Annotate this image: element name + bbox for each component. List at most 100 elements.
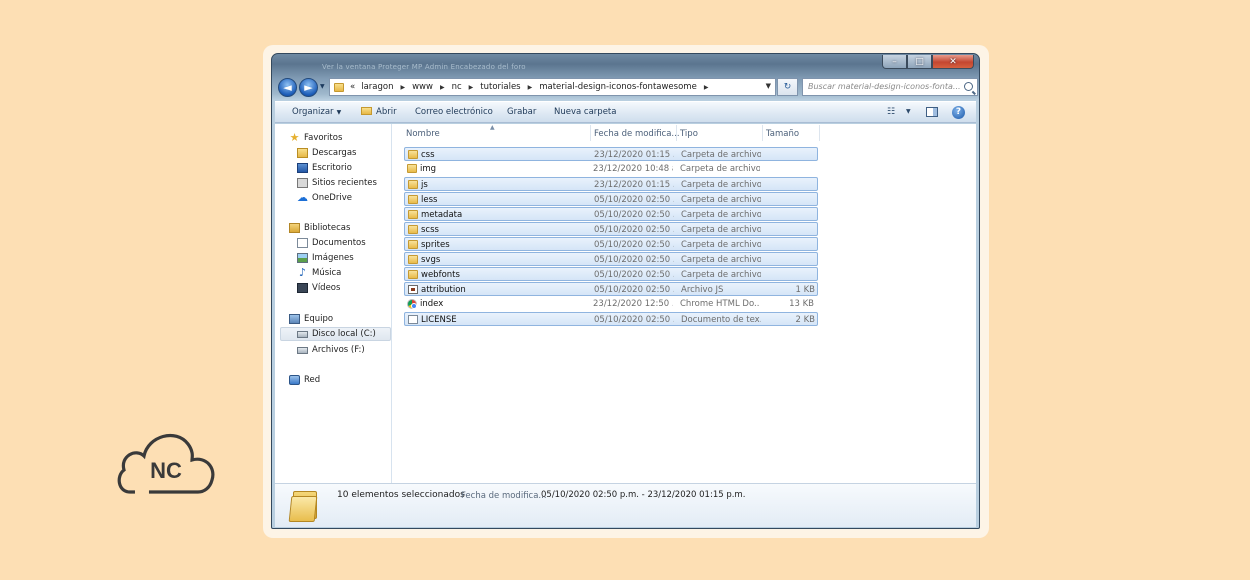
- organize-button[interactable]: Organizar ▼: [292, 107, 341, 117]
- chevron-down-icon[interactable]: ▼: [906, 108, 911, 115]
- column-divider[interactable]: [590, 125, 591, 141]
- column-header-type[interactable]: Tipo: [680, 129, 698, 139]
- file-row[interactable]: LICENSE 05/10/2020 02:50 ... Documento de …: [404, 312, 818, 326]
- maximize-button[interactable]: □: [907, 55, 932, 69]
- nav-item-disk-c[interactable]: Disco local (C:): [280, 327, 391, 341]
- nav-label: Imágenes: [312, 253, 354, 263]
- breadcrumb-www[interactable]: www: [412, 82, 433, 92]
- column-header-date[interactable]: Fecha de modifica...: [594, 129, 680, 139]
- nav-item-network[interactable]: Red: [289, 373, 320, 387]
- nav-item-downloads[interactable]: Descargas: [297, 146, 356, 160]
- nav-item-music[interactable]: ♪ Música: [297, 266, 341, 280]
- column-header-name[interactable]: Nombre: [406, 129, 440, 139]
- file-row[interactable]: sprites 05/10/2020 02:50 ... Carpeta de ar…: [404, 237, 818, 251]
- command-bar: Organizar ▼ Abrir Correo electrónico Grab…: [275, 101, 976, 123]
- folder-icon: [408, 195, 418, 204]
- file-name: LICENSE: [421, 315, 457, 325]
- minimize-button[interactable]: –: [882, 55, 907, 69]
- search-icon[interactable]: [964, 82, 973, 91]
- nav-label: Favoritos: [304, 133, 343, 143]
- open-button[interactable]: Abrir: [361, 107, 397, 117]
- file-type: Archivo JS: [681, 285, 724, 295]
- folder-icon: [408, 225, 418, 234]
- new-folder-button[interactable]: Nueva carpeta: [554, 107, 616, 117]
- column-divider[interactable]: [762, 125, 763, 141]
- large-folder-icon: [288, 488, 320, 522]
- column-divider[interactable]: [676, 125, 677, 141]
- close-button[interactable]: ✕: [932, 55, 974, 69]
- column-divider[interactable]: [819, 125, 820, 141]
- file-size: 1 KB: [795, 285, 815, 295]
- folder-icon: [408, 180, 418, 189]
- breadcrumb-laragon[interactable]: laragon: [361, 82, 393, 92]
- breadcrumb-current-folder[interactable]: material-design-iconos-fontawesome: [539, 82, 697, 92]
- burn-button[interactable]: Grabar: [507, 107, 536, 117]
- nav-item-desktop[interactable]: Escritorio: [297, 161, 352, 175]
- folder-icon: [334, 82, 344, 92]
- file-row[interactable]: js 23/12/2020 01:15 ... Carpeta de archivo…: [404, 177, 818, 191]
- navigation-bar: ◄ ► ▼ « laragon ▶ www ▶ nc ▶ tutoriales …: [275, 77, 978, 99]
- file-row[interactable]: index 23/12/2020 12:50 ... Chrome HTML Do.…: [404, 297, 818, 311]
- file-row[interactable]: svgs 05/10/2020 02:50 ... Carpeta de archi…: [404, 252, 818, 266]
- nav-item-onedrive[interactable]: ☁ OneDrive: [297, 191, 352, 205]
- file-row[interactable]: scss 05/10/2020 02:50 ... Carpeta de archi…: [404, 222, 818, 236]
- computer-icon: [289, 314, 300, 324]
- nav-item-disk-f[interactable]: Archivos (F:): [297, 343, 365, 357]
- file-name: scss: [421, 225, 439, 235]
- change-view-icon[interactable]: ☷: [887, 107, 895, 117]
- file-type: Carpeta de archivos: [681, 225, 761, 235]
- nc-logo-text: NC: [150, 458, 182, 483]
- file-row[interactable]: img 23/12/2020 10:48 a.... Carpeta de arch…: [404, 162, 818, 176]
- file-date: 23/12/2020 10:48 a....: [593, 164, 673, 174]
- back-button[interactable]: ◄: [278, 78, 297, 97]
- address-bar[interactable]: « laragon ▶ www ▶ nc ▶ tutoriales ▶ mate…: [329, 78, 776, 96]
- nav-item-videos[interactable]: Vídeos: [297, 281, 340, 295]
- file-row[interactable]: metadata 05/10/2020 02:50 ... Carpeta de a…: [404, 207, 818, 221]
- nav-item-libraries[interactable]: Bibliotecas: [289, 221, 350, 235]
- refresh-button[interactable]: ↻: [777, 78, 798, 96]
- file-name: svgs: [421, 255, 441, 265]
- chevron-right-icon[interactable]: ▶: [704, 84, 709, 91]
- email-button[interactable]: Correo electrónico: [415, 107, 493, 117]
- column-header-size[interactable]: Tamaño: [766, 129, 799, 139]
- breadcrumb-overflow[interactable]: «: [350, 82, 355, 92]
- breadcrumb-tutoriales[interactable]: tutoriales: [480, 82, 520, 92]
- file-type: Carpeta de archivos: [681, 195, 761, 205]
- downloads-folder-icon: [297, 148, 308, 158]
- chevron-down-icon[interactable]: ▼: [766, 82, 771, 90]
- nav-item-recent[interactable]: Sitios recientes: [297, 176, 377, 190]
- search-input[interactable]: Buscar material-design-iconos-fonta...: [802, 78, 978, 96]
- file-type: Carpeta de archivos: [681, 255, 761, 265]
- recent-pages-dropdown[interactable]: ▼: [320, 83, 325, 90]
- music-note-icon: ♪: [298, 266, 307, 279]
- file-date: 05/10/2020 02:50 ...: [594, 225, 674, 235]
- nav-label: Red: [304, 375, 321, 385]
- chevron-right-icon[interactable]: ▶: [469, 84, 474, 91]
- file-list: ▲ Nombre Fecha de modifica... Tipo Tamañ…: [393, 124, 976, 483]
- open-label: Abrir: [376, 107, 397, 117]
- nav-item-images[interactable]: Imágenes: [297, 251, 354, 265]
- file-row[interactable]: attribution 05/10/2020 02:50 ... Archivo J…: [404, 282, 818, 296]
- folder-icon: [408, 150, 418, 159]
- explorer-window: Ver la ventana Proteger MP Admin Encabez…: [271, 53, 980, 529]
- hard-drive-icon: [297, 346, 308, 354]
- chevron-right-icon[interactable]: ▶: [528, 84, 533, 91]
- chevron-right-icon[interactable]: ▶: [400, 84, 405, 91]
- nav-item-favorites[interactable]: ★ Favoritos: [289, 131, 343, 145]
- forward-button[interactable]: ►: [299, 78, 318, 97]
- breadcrumb-nc[interactable]: nc: [452, 82, 462, 92]
- nav-item-documents[interactable]: Documentos: [297, 236, 366, 250]
- js-file-icon: [408, 285, 418, 294]
- organize-label: Organizar: [292, 107, 334, 117]
- chevron-right-icon[interactable]: ▶: [440, 84, 445, 91]
- file-date: 05/10/2020 02:50 ...: [594, 270, 674, 280]
- caption-buttons: – □ ✕: [882, 55, 974, 69]
- file-row[interactable]: css 23/12/2020 01:15 ... Carpeta de archiv…: [404, 147, 818, 161]
- file-row[interactable]: less 05/10/2020 02:50 ... Carpeta de archi…: [404, 192, 818, 206]
- file-name: metadata: [421, 210, 463, 220]
- nav-item-computer[interactable]: Equipo: [289, 312, 333, 326]
- file-row[interactable]: webfonts 05/10/2020 02:50 ... Carpeta de a…: [404, 267, 818, 281]
- nav-label: Equipo: [304, 314, 334, 324]
- preview-pane-icon[interactable]: [926, 107, 938, 117]
- help-icon[interactable]: ?: [952, 106, 965, 119]
